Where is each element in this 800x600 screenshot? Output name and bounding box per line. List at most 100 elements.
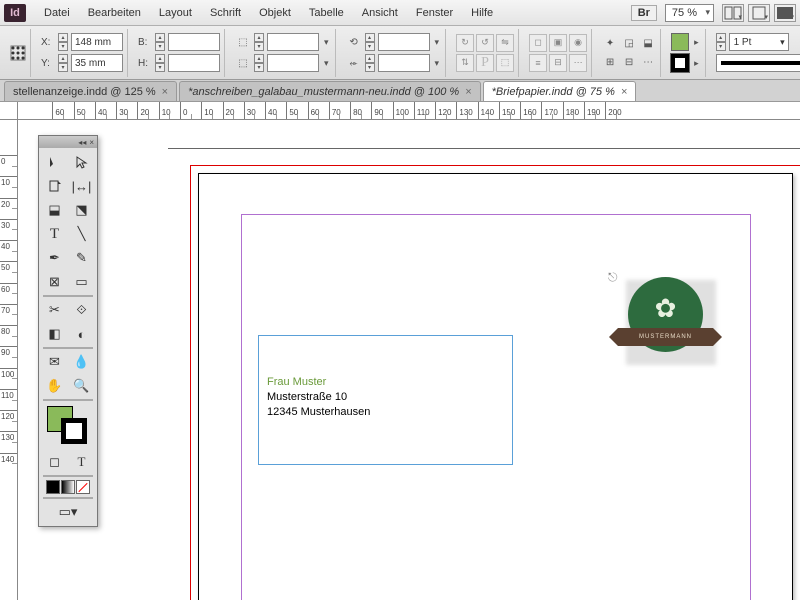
distribute-icon[interactable]: ⊟ [621,54,637,70]
menu-schrift[interactable]: Schrift [202,3,249,23]
apply-gradient-icon[interactable] [61,480,75,494]
stroke-swatch[interactable] [671,54,689,72]
fill-dd-icon[interactable]: ▸ [692,37,701,48]
address-text-frame[interactable]: Frau Muster Musterstraße 10 12345 Muster… [258,335,513,465]
menu-datei[interactable]: Datei [36,3,78,23]
horizontal-ruler[interactable]: 6050403020100102030405060708090100110120… [18,102,800,120]
tab-stellenanzeige[interactable]: stellenanzeige.indd @ 125 %× [4,81,177,101]
line-tool[interactable]: ╲ [68,222,95,246]
menu-layout[interactable]: Layout [151,3,200,23]
w-spinner[interactable]: ▴▾ [155,33,165,51]
content-placer-tool[interactable]: ⬔ [68,198,95,222]
collapse-icon[interactable]: ◂◂ [78,138,86,147]
vertical-ruler[interactable]: 0102030405060708090100110120130140 [0,120,18,600]
w-field[interactable] [168,33,220,51]
menu-ansicht[interactable]: Ansicht [354,3,406,23]
close-icon[interactable]: × [162,86,168,98]
close-icon[interactable]: × [465,86,471,98]
bridge-button[interactable]: Br [631,5,657,21]
close-icon[interactable]: × [621,86,627,98]
menu-bearbeiten[interactable]: Bearbeiten [80,3,149,23]
x-field[interactable]: 148 mm [71,33,123,51]
sy-spinner[interactable]: ▴▾ [254,54,264,72]
rectangle-tool[interactable]: ▭ [68,270,95,294]
address-street: Musterstraße 10 [267,390,504,405]
selection-tool[interactable] [41,150,68,174]
wrap-bbox-icon[interactable]: ▣ [549,34,567,52]
wrap-none-icon[interactable]: ◻ [529,34,547,52]
format-container-icon[interactable]: ◻ [41,450,68,474]
stroke-style-dd[interactable] [716,54,800,72]
y-spinner[interactable]: ▴▾ [58,54,68,72]
panel-header[interactable]: ◂◂× [39,136,97,148]
wrap-col-icon[interactable]: ⊟ [549,54,567,72]
apply-color-icon[interactable] [46,480,60,494]
obj-style-icon[interactable]: ⬓ [640,35,656,51]
sx-field[interactable] [267,33,319,51]
hand-tool[interactable]: ✋ [41,374,68,398]
x-spinner[interactable]: ▴▾ [58,33,68,51]
scissors-tool[interactable]: ✂ [41,298,68,322]
content-collector-tool[interactable]: ⬓ [41,198,68,222]
tools-panel[interactable]: ◂◂× |↔| ⬓ ⬔ T ╲ ✒ ✎ ⊠ ▭ ✂ ⟐ ◧ ◐ ✉ [38,135,98,527]
page-tool[interactable] [41,174,68,198]
pencil-tool[interactable]: ✎ [68,246,95,270]
view-mode-1[interactable]: ▾ [722,4,744,22]
direct-selection-tool[interactable] [68,150,95,174]
h-spinner[interactable]: ▴▾ [155,54,165,72]
align-icon[interactable]: ⊞ [602,54,618,70]
rotate-cw-icon[interactable]: ↻ [456,34,474,52]
format-text-icon[interactable]: T [68,450,95,474]
stroke-dd-icon[interactable]: ▸ [692,58,701,69]
gradient-feather-tool[interactable]: ◐ [68,322,95,346]
eyedropper-tool[interactable]: 💧 [68,350,95,374]
view-mode-icon[interactable]: ▭▾ [41,500,95,524]
y-field[interactable]: 35 mm [71,54,123,72]
close-panel-icon[interactable]: × [89,138,94,147]
type-tool[interactable]: T [41,222,68,246]
flip-v-icon[interactable]: ⇅ [456,54,474,72]
free-transform-tool[interactable]: ⟐ [68,298,95,322]
rectangle-frame-tool[interactable]: ⊠ [41,270,68,294]
wrap-shape-icon[interactable]: ◉ [569,34,587,52]
zoom-tool[interactable]: 🔍 [68,374,95,398]
fill-stroke-swatch[interactable] [43,404,93,448]
apply-none-icon[interactable] [76,480,90,494]
gradient-swatch-tool[interactable]: ◧ [41,322,68,346]
sy-field[interactable] [267,54,319,72]
fill-swatch[interactable] [671,33,689,51]
gap-tool[interactable]: |↔| [68,174,95,198]
tab-anschreiben[interactable]: *anschreiben_galabau_mustermann-neu.indd… [179,81,481,101]
company-logo[interactable]: ✿ MUSTERMANN [618,272,713,367]
zoom-dropdown[interactable]: 75 % [665,4,714,22]
rotate-ccw-icon[interactable]: ↺ [476,34,494,52]
misc-icon[interactable]: ⬚ [496,54,514,72]
h-field[interactable] [168,54,220,72]
ref-point-icon[interactable] [10,45,26,61]
note-tool[interactable]: ✉ [41,350,68,374]
flip-h-icon[interactable]: ⇋ [496,34,514,52]
rot-spinner[interactable]: ▴▾ [365,33,375,51]
canvas[interactable]: Frau Muster Musterstraße 10 12345 Muster… [18,120,800,600]
shr-spinner[interactable]: ▴▾ [365,54,375,72]
stroke-color[interactable] [61,418,87,444]
wrap-jump-icon[interactable]: ≡ [529,54,547,72]
view-mode-2[interactable]: ▾ [748,4,770,22]
pen-tool[interactable]: ✒ [41,246,68,270]
menu-hilfe[interactable]: Hilfe [463,3,501,23]
weight-spinner[interactable]: ▴▾ [716,33,726,51]
stroke-weight-dd[interactable]: 1 Pt [729,33,789,51]
wrap-opt-icon[interactable]: ⋯ [569,54,587,72]
menu-tabelle[interactable]: Tabelle [301,3,352,23]
sx-spinner[interactable]: ▴▾ [254,33,264,51]
tab-briefpapier[interactable]: *Briefpapier.indd @ 75 %× [483,81,637,101]
corner-icon[interactable]: ◲ [621,35,637,51]
view-mode-3[interactable]: ▾ [774,4,796,22]
more-icon[interactable]: ⋯ [640,54,656,70]
shr-field[interactable] [378,54,430,72]
p-icon[interactable]: P [476,54,494,72]
menu-fenster[interactable]: Fenster [408,3,461,23]
effects-icon[interactable]: ✦ [602,35,618,51]
rot-field[interactable] [378,33,430,51]
menu-objekt[interactable]: Objekt [251,3,299,23]
